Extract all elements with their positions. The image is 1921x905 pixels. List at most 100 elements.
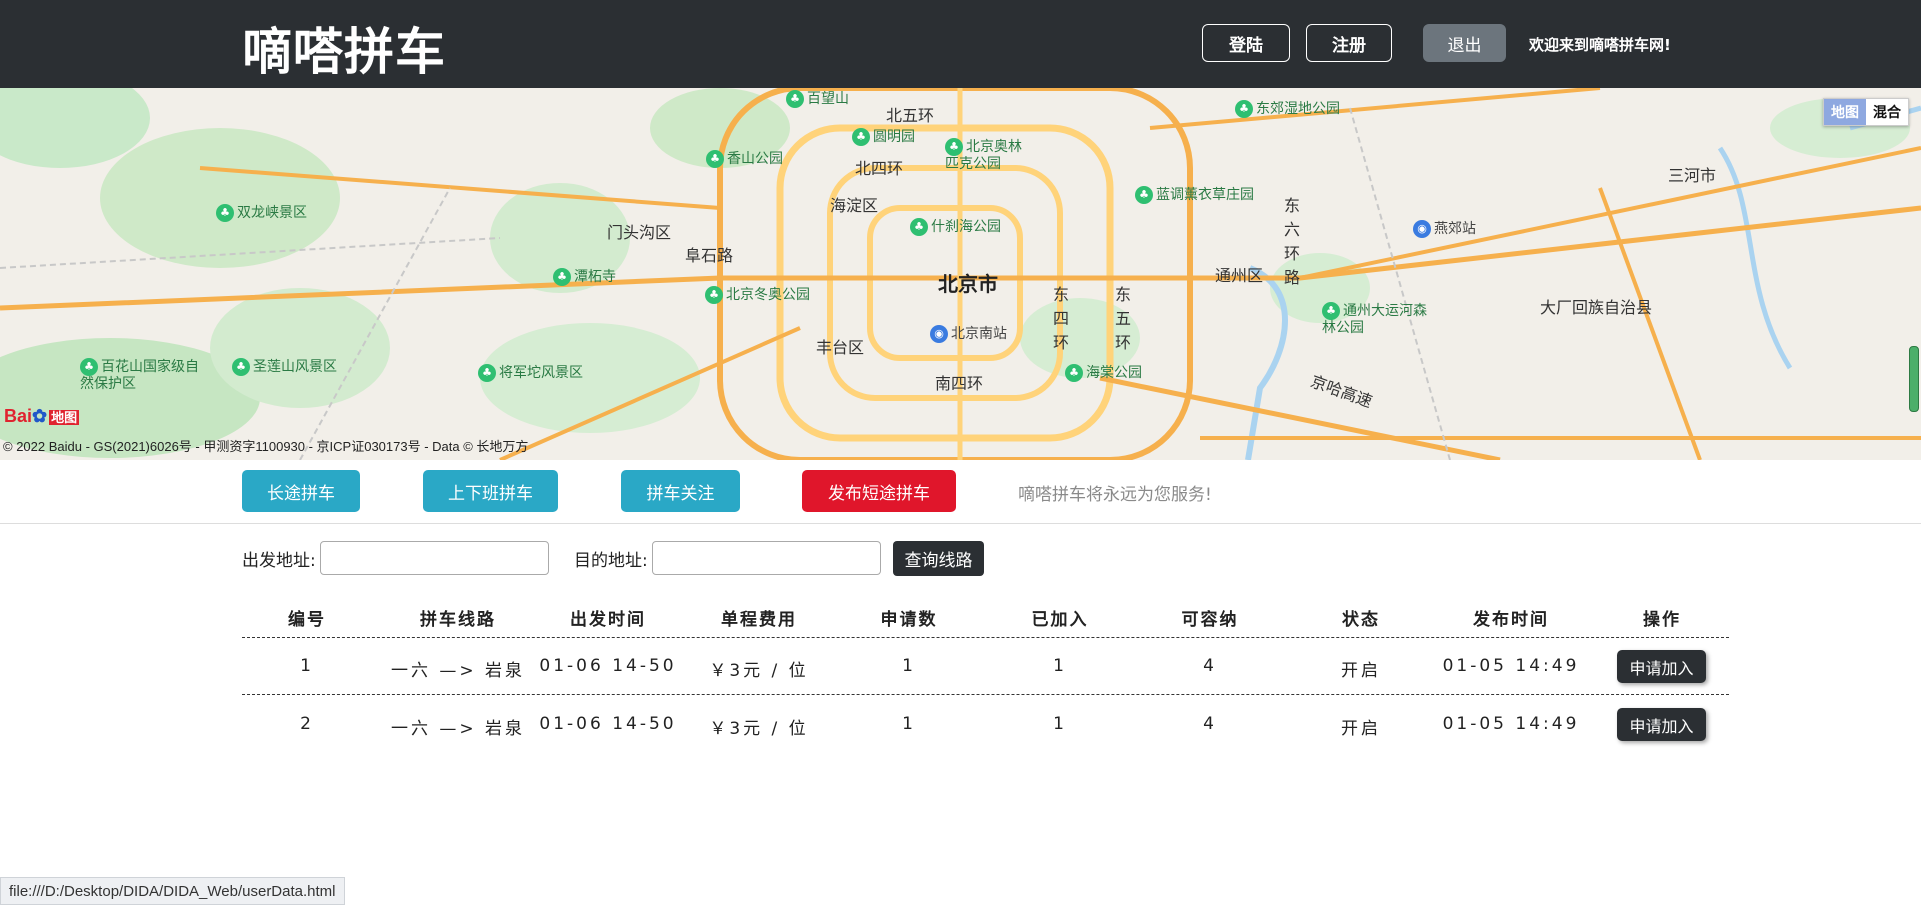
map-poi-yanjiao[interactable]: ◉ 燕郊站 [1413,218,1476,238]
park-icon: ♣ [1235,100,1253,118]
cell-id: 1 [300,656,314,676]
park-icon: ♣ [232,358,250,376]
paw-icon: ✿ [32,406,48,426]
map-label-south4: 南四环 [935,374,984,393]
park-icon: ♣ [553,268,571,286]
park-icon: ♣ [945,138,963,156]
map-view[interactable]: 北京市 海淀区 丰台区 通州区 门头沟区 大厂回族自治县 三河市 北五环 北四环… [0,88,1921,460]
browser-status-bar: file:///D:/Desktop/DIDA/DIDA_Web/userDat… [0,877,345,905]
train-station-icon: ◉ [930,325,948,343]
map-poi-grand-canal[interactable]: ♣ 通州大运河森林公园 [1322,302,1432,336]
commute-carpool-button[interactable]: 上下班拼车 [423,470,558,512]
cell-depart-time: 01-06 14-50 [539,656,677,676]
map-label-haidian: 海淀区 [830,196,879,215]
map-poi-shengliang[interactable]: ♣ 圣莲山风景区 [232,356,337,376]
register-button[interactable]: 注册 [1306,24,1392,62]
cell-route: 一六 —> 岩泉 [390,719,526,739]
map-poi-shuanglong[interactable]: ♣ 双龙峡景区 [216,202,307,222]
apply-join-button[interactable]: 申请加入 [1617,708,1706,741]
welcome-text: 欢迎来到嘀嗒拼车网! [1529,36,1671,54]
park-icon: ♣ [478,364,496,382]
cell-applied: 1 [902,714,916,734]
cell-capacity: 4 [1203,714,1217,734]
cell-published: 01-05 14:49 [1442,714,1580,734]
map-poi-tanzhe[interactable]: ♣ 潭柘寺 [553,266,616,286]
apply-join-button[interactable]: 申请加入 [1617,650,1706,683]
header-action: 操作 [1643,610,1681,630]
long-distance-carpool-button[interactable]: 长途拼车 [242,470,360,512]
cell-status: 开启 [1341,661,1381,681]
to-address-input[interactable] [652,541,881,575]
map-poi-baihua[interactable]: ♣ 百花山国家级自然保护区 [80,358,210,393]
header-depart-time: 出发时间 [570,610,646,630]
cell-joined: 1 [1053,714,1067,734]
from-address-input[interactable] [320,541,549,575]
top-navbar: 嘀嗒拼车 登陆 注册 退出 欢迎来到嘀嗒拼车网! [0,0,1921,88]
map-poi-haitang[interactable]: ♣ 海棠公园 [1065,362,1142,382]
train-station-icon: ◉ [1413,220,1431,238]
map-zoom-scrollbar[interactable] [1909,346,1919,412]
map-label-dachang: 大厂回族自治县 [1540,298,1653,317]
cell-id: 2 [300,714,314,734]
map-poi-dongjiao[interactable]: ♣ 东郊湿地公园 [1235,98,1340,118]
map-poi-olympic[interactable]: ♣ 北京奥林匹克公园 [945,138,1035,172]
cell-depart-time: 01-06 14-50 [539,714,677,734]
park-icon: ♣ [1322,302,1340,320]
row-divider [242,637,1729,638]
carpool-follow-button[interactable]: 拼车关注 [621,470,740,512]
park-icon: ♣ [706,150,724,168]
header-status: 状态 [1342,610,1380,630]
header-route: 拼车线路 [420,610,496,630]
map-type-switcher: 地图 混合 [1823,98,1909,126]
header-joined: 已加入 [1031,610,1089,630]
park-icon: ♣ [80,358,98,376]
from-address-label: 出发地址: [242,551,316,571]
map-poi-bjsouth[interactable]: ◉ 北京南站 [930,323,1007,343]
publish-short-trip-button[interactable]: 发布短途拼车 [802,470,956,512]
map-label-tongzhou: 通州区 [1215,266,1264,285]
cell-applied: 1 [902,656,916,676]
map-label-mentougou: 门头沟区 [607,223,672,242]
map-label-east6: 东六环路 [1284,196,1301,287]
baidu-map-logo[interactable]: Bai✿ 地图 [4,406,80,427]
map-poi-xiangshan[interactable]: ♣ 香山公园 [706,148,783,168]
search-route-button[interactable]: 查询线路 [893,541,984,576]
header-published: 发布时间 [1473,610,1549,630]
header-capacity: 可容纳 [1181,610,1239,630]
map-poi-winter-olympic[interactable]: ♣ 北京冬奥公园 [705,284,810,304]
cell-fee: ￥3元 / 位 [709,661,809,681]
section-divider [0,523,1921,524]
logout-button[interactable]: 退出 [1423,24,1506,62]
map-label-east5: 东五环 [1115,285,1132,352]
map-label-north4: 北四环 [855,159,904,178]
map-poi-shichahai[interactable]: ♣ 什刹海公园 [910,216,1001,236]
map-label-city: 北京市 [938,272,998,296]
map-poi-jiangjun[interactable]: ♣ 将军坨风景区 [478,362,583,382]
cell-fee: ￥3元 / 位 [709,719,809,739]
park-icon: ♣ [786,90,804,108]
map-label-fengtai: 丰台区 [816,338,865,357]
map-type-standard[interactable]: 地图 [1824,99,1866,125]
cell-published: 01-05 14:49 [1442,656,1580,676]
park-icon: ♣ [910,218,928,236]
map-poi-baiwangshan[interactable]: ♣ 百望山 [786,88,849,108]
to-address-label: 目的地址: [574,551,648,571]
cell-route: 一六 —> 岩泉 [390,661,526,681]
park-icon: ♣ [1065,364,1083,382]
brand-logo[interactable]: 嘀嗒拼车 [242,12,446,84]
map-type-hybrid[interactable]: 混合 [1866,99,1908,125]
map-poi-yuanmingyuan[interactable]: ♣ 圆明园 [852,126,915,146]
park-icon: ♣ [216,204,234,222]
map-poi-lavender[interactable]: ♣ 蓝调薰衣草庄园 [1135,184,1254,204]
login-button[interactable]: 登陆 [1202,24,1290,62]
map-label-fushilu: 阜石路 [685,246,734,265]
header-id: 编号 [288,610,326,630]
header-fee: 单程费用 [721,610,797,630]
map-copyright: © 2022 Baidu - GS(2021)6026号 - 甲测资字11009… [3,439,529,454]
park-icon: ♣ [705,286,723,304]
park-icon: ♣ [1135,186,1153,204]
header-applied: 申请数 [880,610,938,630]
cell-joined: 1 [1053,656,1067,676]
cell-capacity: 4 [1203,656,1217,676]
park-icon: ♣ [852,128,870,146]
